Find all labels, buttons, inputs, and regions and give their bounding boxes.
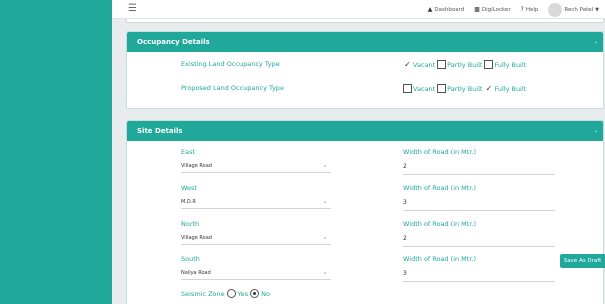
south-road-select[interactable]: Naliya Road bbox=[181, 270, 331, 276]
help-link[interactable]: ? Help bbox=[521, 6, 539, 13]
proposed-occupancy-options: Vacant Partly Built ✓ Fully Built bbox=[403, 84, 528, 93]
divider bbox=[403, 281, 555, 282]
top-navbar: ☰ ▲ Dashboard ▩ DigiLocker ? Help Rech P… bbox=[112, 0, 605, 19]
caret-down-icon: ▼ bbox=[595, 6, 599, 13]
top-nav-links: ▲ Dashboard ▩ DigiLocker ? Help Rech Pat… bbox=[428, 0, 599, 19]
occupancy-details-header[interactable]: Occupancy Details ⌄ bbox=[127, 32, 603, 52]
avatar bbox=[548, 2, 563, 17]
east-label: East bbox=[181, 148, 196, 156]
proposed-occupancy-label: Proposed Land Occupancy Type bbox=[181, 84, 284, 92]
road-width-label: Width of Road (in Mtr.) bbox=[403, 148, 477, 156]
divider bbox=[403, 246, 555, 247]
divider bbox=[181, 279, 331, 280]
site-details-header[interactable]: Site Details ⌄ bbox=[127, 121, 603, 141]
caret-up-icon[interactable]: ⌃ bbox=[323, 165, 327, 171]
save-as-draft-button[interactable]: Save As Draft bbox=[560, 254, 605, 268]
main-content: Occupancy Details ⌄ Existing Land Occupa… bbox=[120, 19, 605, 304]
north-road-width-input[interactable]: 2 bbox=[403, 235, 553, 242]
digilocker-link[interactable]: ▩ DigiLocker bbox=[474, 6, 510, 13]
digilocker-label: DigiLocker bbox=[481, 6, 511, 13]
east-road-width-input[interactable]: 2 bbox=[403, 163, 553, 170]
option-fully-built[interactable]: ✓ Fully Built bbox=[484, 84, 527, 93]
divider bbox=[403, 174, 555, 175]
dashboard-icon: ▲ bbox=[427, 6, 433, 13]
north-road-select[interactable]: Village Road bbox=[181, 235, 331, 241]
lock-icon: ▩ bbox=[474, 6, 480, 13]
checkmark-icon[interactable]: ✓ bbox=[484, 84, 493, 93]
chevron-down-icon[interactable]: ⌄ bbox=[594, 39, 598, 45]
option-vacant[interactable]: Vacant bbox=[403, 84, 435, 93]
dashboard-label: Dashboard bbox=[434, 6, 465, 13]
option-partly-built[interactable]: Partly Built bbox=[437, 60, 482, 69]
seismic-yes-label: Yes bbox=[237, 289, 249, 298]
option-label: Vacant bbox=[413, 84, 436, 93]
chevron-down-icon[interactable]: ⌄ bbox=[594, 128, 598, 134]
south-road-width-input[interactable]: 3 bbox=[403, 270, 553, 277]
west-road-width-input[interactable]: 3 bbox=[403, 199, 553, 206]
panel-title: Site Details bbox=[137, 127, 183, 135]
sidebar bbox=[0, 0, 112, 304]
checkbox[interactable] bbox=[437, 60, 447, 69]
caret-up-icon[interactable]: ⌃ bbox=[323, 272, 327, 278]
option-label: Partly Built bbox=[447, 84, 483, 93]
question-icon: ? bbox=[520, 6, 524, 13]
user-menu[interactable]: Rech Patel ▼ bbox=[548, 2, 599, 17]
option-label: Fully Built bbox=[494, 60, 527, 69]
option-fully-built[interactable]: Fully Built bbox=[484, 60, 526, 69]
seismic-zone-label: Seismic Zone bbox=[181, 289, 225, 298]
north-label: North bbox=[181, 220, 200, 228]
checkbox[interactable] bbox=[437, 84, 447, 93]
checkbox[interactable] bbox=[484, 60, 494, 69]
divider bbox=[181, 244, 331, 245]
option-label: Vacant bbox=[413, 60, 436, 69]
divider bbox=[181, 208, 331, 209]
seismic-no-radio[interactable] bbox=[250, 289, 260, 298]
option-label: Fully Built bbox=[494, 84, 527, 93]
panel-title: Occupancy Details bbox=[137, 38, 210, 46]
existing-occupancy-row: Existing Land Occupancy Type ✓ Vacant Pa… bbox=[127, 60, 603, 72]
site-details-panel: Site Details ⌄ East Village Road ⌃ Width… bbox=[126, 120, 604, 304]
west-road-select[interactable]: M.D.R bbox=[181, 199, 331, 205]
seismic-no-label: No bbox=[261, 289, 270, 298]
checkbox[interactable] bbox=[403, 84, 412, 93]
seismic-yes-radio[interactable] bbox=[226, 289, 236, 298]
divider bbox=[403, 210, 555, 211]
help-label: Help bbox=[525, 6, 539, 13]
existing-occupancy-label: Existing Land Occupancy Type bbox=[181, 60, 280, 68]
road-width-label: Width of Road (in Mtr.) bbox=[403, 184, 477, 192]
option-vacant[interactable]: ✓ Vacant bbox=[403, 60, 435, 69]
west-label: West bbox=[181, 184, 197, 192]
proposed-occupancy-row: Proposed Land Occupancy Type Vacant Part… bbox=[127, 84, 603, 96]
east-road-select[interactable]: Village Road bbox=[181, 163, 331, 169]
existing-occupancy-options: ✓ Vacant Partly Built Fully Built bbox=[403, 60, 528, 69]
south-label: South bbox=[181, 255, 200, 263]
dashboard-link[interactable]: ▲ Dashboard bbox=[428, 6, 464, 13]
option-partly-built[interactable]: Partly Built bbox=[437, 84, 482, 93]
previous-panel-bottom bbox=[126, 19, 604, 23]
hamburger-icon[interactable]: ☰ bbox=[128, 3, 137, 14]
road-width-label: Width of Road (in Mtr.) bbox=[403, 220, 477, 228]
user-name: Rech Patel bbox=[564, 6, 594, 13]
checkmark-icon[interactable]: ✓ bbox=[403, 60, 412, 69]
divider bbox=[181, 172, 331, 173]
caret-up-icon[interactable]: ⌃ bbox=[323, 237, 327, 243]
seismic-zone-group: Seismic Zone Yes No bbox=[181, 289, 270, 298]
road-width-label: Width of Road (in Mtr.) bbox=[403, 255, 477, 263]
option-label: Partly Built bbox=[447, 60, 483, 69]
occupancy-details-panel: Occupancy Details ⌄ Existing Land Occupa… bbox=[126, 31, 604, 109]
caret-up-icon[interactable]: ⌃ bbox=[323, 201, 327, 207]
